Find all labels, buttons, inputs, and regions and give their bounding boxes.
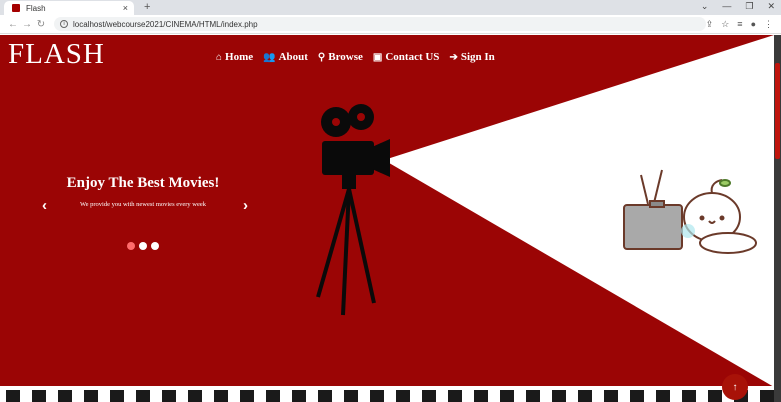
nav-sign-in-label: Sign In: [460, 51, 495, 63]
film-hole: [656, 390, 670, 402]
mochi-glow: [681, 224, 695, 238]
film-hole: [162, 390, 176, 402]
film-hole: [110, 390, 124, 402]
new-tab-button[interactable]: +: [144, 1, 150, 13]
film-hole: [396, 390, 410, 402]
film-hole: [136, 390, 150, 402]
back-icon[interactable]: ←: [6, 19, 20, 30]
carousel-dot[interactable]: [139, 242, 147, 250]
carousel-dot[interactable]: [151, 242, 159, 250]
carousel-dot[interactable]: [127, 242, 135, 250]
film-hole: [448, 390, 462, 402]
film-hole: [318, 390, 332, 402]
film-hole: [292, 390, 306, 402]
film-hole: [630, 390, 644, 402]
page-scrollbar[interactable]: [774, 35, 781, 402]
address-bar: ← → ↻ i localhost/webcourse2021/CINEMA/H…: [0, 15, 781, 34]
nav-about-label: About: [278, 51, 308, 63]
nav-home-label: Home: [225, 51, 254, 63]
bookmark-star-icon[interactable]: ☆: [721, 19, 729, 30]
tab-search-icon[interactable]: ⌄: [701, 1, 709, 12]
film-hole: [708, 390, 722, 402]
restore-icon[interactable]: ❐: [745, 1, 753, 12]
film-hole: [344, 390, 358, 402]
nav-sign-in[interactable]: ➔ Sign In: [449, 51, 494, 63]
film-projector-icon: [316, 104, 390, 316]
film-hole: [604, 390, 618, 402]
close-window-icon[interactable]: ✕: [767, 1, 775, 12]
main-nav: ⌂ Home 👥 About ⚲ Browse ▣ Contact US ➔ S…: [216, 51, 495, 63]
film-hole: [422, 390, 436, 402]
film-hole: [474, 390, 488, 402]
nav-about[interactable]: 👥 About: [263, 51, 308, 63]
menu-icon[interactable]: ⋮: [764, 19, 773, 30]
film-hole: [266, 390, 280, 402]
share-icon[interactable]: ⇪: [706, 19, 714, 30]
forward-icon[interactable]: →: [20, 19, 34, 30]
hero-illustration: [316, 35, 774, 387]
toolbar-icons: ⇪ ☆ ≡ ● ⋮: [706, 19, 773, 30]
browser-tab[interactable]: Flash ×: [4, 1, 134, 15]
profile-icon[interactable]: ●: [751, 19, 756, 30]
film-hole: [370, 390, 384, 402]
carousel-prev-icon[interactable]: ‹: [42, 197, 47, 214]
favicon-icon: [12, 4, 20, 12]
film-hole: [552, 390, 566, 402]
nav-contact-label: Contact US: [385, 51, 440, 63]
film-hole: [526, 390, 540, 402]
film-strip: [0, 386, 774, 402]
film-hole: [84, 390, 98, 402]
reading-list-icon[interactable]: ≡: [737, 19, 742, 30]
minimize-icon[interactable]: —: [722, 1, 731, 12]
tab-close-icon[interactable]: ×: [123, 3, 128, 13]
sign-in-icon: ➔: [449, 51, 458, 63]
users-icon: 👥: [263, 51, 276, 63]
back-to-top-button[interactable]: ↑: [722, 374, 748, 400]
scrollbar-thumb[interactable]: [775, 63, 780, 159]
film-hole: [578, 390, 592, 402]
browser-tabstrip: Flash × + ⌄ — ❐ ✕: [0, 0, 781, 15]
page-viewport: FLASH ⌂ Home 👥 About ⚲ Browse ▣ Contact …: [0, 35, 781, 402]
url-field[interactable]: i localhost/webcourse2021/CINEMA/HTML/in…: [54, 17, 706, 31]
nav-browse[interactable]: ⚲ Browse: [318, 51, 363, 63]
nav-contact[interactable]: ▣ Contact US: [373, 51, 440, 63]
film-hole: [240, 390, 254, 402]
reload-icon[interactable]: ↻: [34, 19, 48, 30]
search-icon: ⚲: [317, 51, 326, 63]
nav-browse-label: Browse: [328, 51, 363, 63]
nav-home[interactable]: ⌂ Home: [216, 51, 253, 63]
tab-title: Flash: [26, 3, 46, 13]
hero-subtitle: We provide you with newest movies every …: [79, 201, 206, 208]
window-controls: ⌄ — ❐ ✕: [701, 1, 775, 12]
carousel-indicators: [127, 242, 159, 250]
film-hole: [6, 390, 20, 402]
url-text: localhost/webcourse2021/CINEMA/HTML/inde…: [73, 19, 258, 29]
site-logo[interactable]: FLASH: [8, 38, 105, 71]
carousel-next-icon[interactable]: ›: [243, 197, 248, 214]
site-info-icon[interactable]: i: [60, 20, 68, 28]
film-hole: [760, 390, 774, 402]
film-hole: [58, 390, 72, 402]
film-hole: [214, 390, 228, 402]
hero-title: Enjoy The Best Movies!: [66, 175, 220, 191]
film-hole: [682, 390, 696, 402]
contact-card-icon: ▣: [372, 51, 383, 63]
film-hole: [188, 390, 202, 402]
film-hole: [500, 390, 514, 402]
home-icon: ⌂: [216, 51, 223, 63]
film-hole: [32, 390, 46, 402]
